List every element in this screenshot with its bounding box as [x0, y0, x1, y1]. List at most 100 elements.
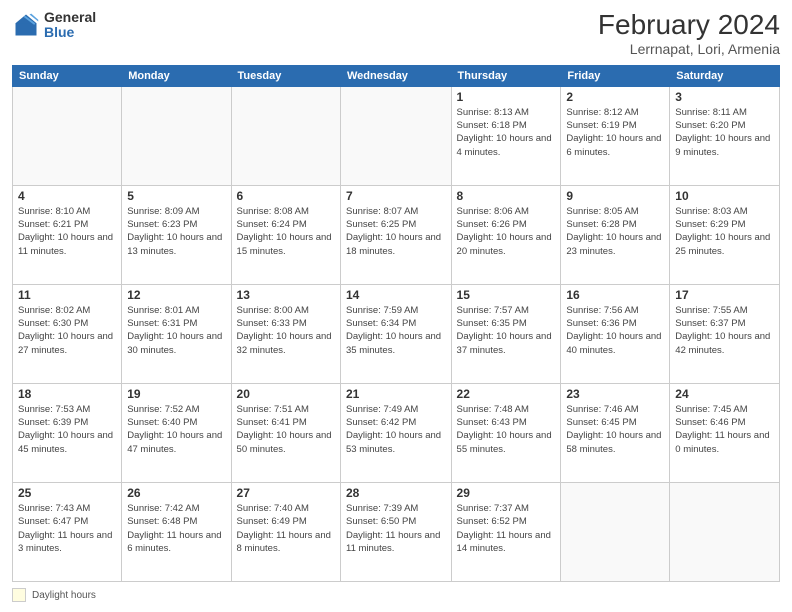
calendar-cell: 1 Sunrise: 8:13 AM Sunset: 6:18 PM Daylig…	[451, 86, 561, 185]
day-info: Sunrise: 8:12 AM Sunset: 6:19 PM Dayligh…	[566, 106, 664, 159]
day-number: 12	[127, 288, 225, 302]
footer-note: Daylight hours	[12, 588, 780, 602]
calendar-cell: 12 Sunrise: 8:01 AM Sunset: 6:31 PM Dayli…	[122, 284, 231, 383]
subtitle: Lerrnapat, Lori, Armenia	[598, 41, 780, 57]
calendar-cell	[13, 86, 122, 185]
calendar-cell: 27 Sunrise: 7:40 AM Sunset: 6:49 PM Dayli…	[231, 482, 340, 581]
calendar-header-tuesday: Tuesday	[231, 65, 340, 86]
calendar-cell: 6 Sunrise: 8:08 AM Sunset: 6:24 PM Daylig…	[231, 185, 340, 284]
day-number: 25	[18, 486, 116, 500]
day-number: 5	[127, 189, 225, 203]
calendar-week-4: 18Sunrise: 7:53 AM Sunset: 6:39 PM Dayli…	[13, 383, 780, 482]
day-info: Sunrise: 7:48 AM Sunset: 6:43 PM Dayligh…	[457, 403, 556, 456]
day-number: 21	[346, 387, 446, 401]
calendar-header-sunday: Sunday	[13, 65, 122, 86]
calendar-cell: 14 Sunrise: 7:59 AM Sunset: 6:34 PM Dayli…	[341, 284, 452, 383]
calendar-header-row: SundayMondayTuesdayWednesdayThursdayFrid…	[13, 65, 780, 86]
calendar-week-3: 11 Sunrise: 8:02 AM Sunset: 6:30 PM Dayli…	[13, 284, 780, 383]
logo-general: General	[44, 10, 96, 25]
calendar-cell: 16Sunrise: 7:56 AM Sunset: 6:36 PM Dayli…	[561, 284, 670, 383]
day-number: 17	[675, 288, 774, 302]
day-info: Sunrise: 7:49 AM Sunset: 6:42 PM Dayligh…	[346, 403, 446, 456]
day-number: 15	[457, 288, 556, 302]
day-number: 2	[566, 90, 664, 104]
day-info: Sunrise: 8:00 AM Sunset: 6:33 PM Dayligh…	[237, 304, 335, 357]
calendar-cell: 18Sunrise: 7:53 AM Sunset: 6:39 PM Dayli…	[13, 383, 122, 482]
header: General Blue February 2024 Lerrnapat, Lo…	[12, 10, 780, 57]
day-number: 10	[675, 189, 774, 203]
logo-icon	[12, 11, 40, 39]
day-info: Sunrise: 8:01 AM Sunset: 6:31 PM Dayligh…	[127, 304, 225, 357]
day-info: Sunrise: 8:06 AM Sunset: 6:26 PM Dayligh…	[457, 205, 556, 258]
day-number: 11	[18, 288, 116, 302]
day-info: Sunrise: 7:40 AM Sunset: 6:49 PM Dayligh…	[237, 502, 335, 555]
day-info: Sunrise: 7:39 AM Sunset: 6:50 PM Dayligh…	[346, 502, 446, 555]
calendar-cell: 17 Sunrise: 7:55 AM Sunset: 6:37 PM Dayli…	[670, 284, 780, 383]
day-info: Sunrise: 7:59 AM Sunset: 6:34 PM Dayligh…	[346, 304, 446, 357]
day-info: Sunrise: 8:02 AM Sunset: 6:30 PM Dayligh…	[18, 304, 116, 357]
calendar-cell	[341, 86, 452, 185]
day-info: Sunrise: 8:07 AM Sunset: 6:25 PM Dayligh…	[346, 205, 446, 258]
calendar-header-monday: Monday	[122, 65, 231, 86]
day-info: Sunrise: 8:13 AM Sunset: 6:18 PM Dayligh…	[457, 106, 556, 159]
calendar-cell: 26 Sunrise: 7:42 AM Sunset: 6:48 PM Dayli…	[122, 482, 231, 581]
day-info: Sunrise: 7:37 AM Sunset: 6:52 PM Dayligh…	[457, 502, 556, 555]
calendar-cell: 29 Sunrise: 7:37 AM Sunset: 6:52 PM Dayli…	[451, 482, 561, 581]
calendar-cell: 13 Sunrise: 8:00 AM Sunset: 6:33 PM Dayli…	[231, 284, 340, 383]
main-title: February 2024	[598, 10, 780, 41]
daylight-box	[12, 588, 26, 602]
logo-blue: Blue	[44, 25, 96, 40]
calendar-week-1: 1 Sunrise: 8:13 AM Sunset: 6:18 PM Daylig…	[13, 86, 780, 185]
day-number: 23	[566, 387, 664, 401]
page: General Blue February 2024 Lerrnapat, Lo…	[0, 0, 792, 612]
day-info: Sunrise: 7:56 AM Sunset: 6:36 PM Dayligh…	[566, 304, 664, 357]
day-info: Sunrise: 7:57 AM Sunset: 6:35 PM Dayligh…	[457, 304, 556, 357]
calendar-cell: 9 Sunrise: 8:05 AM Sunset: 6:28 PM Daylig…	[561, 185, 670, 284]
calendar-cell	[561, 482, 670, 581]
logo: General Blue	[12, 10, 96, 41]
calendar-cell	[231, 86, 340, 185]
calendar-cell: 22 Sunrise: 7:48 AM Sunset: 6:43 PM Dayli…	[451, 383, 561, 482]
day-info: Sunrise: 8:05 AM Sunset: 6:28 PM Dayligh…	[566, 205, 664, 258]
day-info: Sunrise: 7:55 AM Sunset: 6:37 PM Dayligh…	[675, 304, 774, 357]
day-number: 26	[127, 486, 225, 500]
calendar-cell: 23Sunrise: 7:46 AM Sunset: 6:45 PM Dayli…	[561, 383, 670, 482]
day-number: 1	[457, 90, 556, 104]
day-number: 9	[566, 189, 664, 203]
daylight-label: Daylight hours	[32, 590, 96, 601]
day-number: 6	[237, 189, 335, 203]
day-info: Sunrise: 7:53 AM Sunset: 6:39 PM Dayligh…	[18, 403, 116, 456]
day-info: Sunrise: 8:08 AM Sunset: 6:24 PM Dayligh…	[237, 205, 335, 258]
day-info: Sunrise: 7:43 AM Sunset: 6:47 PM Dayligh…	[18, 502, 116, 555]
calendar-cell	[670, 482, 780, 581]
day-info: Sunrise: 8:10 AM Sunset: 6:21 PM Dayligh…	[18, 205, 116, 258]
calendar-cell: 21 Sunrise: 7:49 AM Sunset: 6:42 PM Dayli…	[341, 383, 452, 482]
calendar-cell: 8 Sunrise: 8:06 AM Sunset: 6:26 PM Daylig…	[451, 185, 561, 284]
day-number: 8	[457, 189, 556, 203]
day-number: 4	[18, 189, 116, 203]
day-number: 24	[675, 387, 774, 401]
day-number: 29	[457, 486, 556, 500]
calendar-cell: 28Sunrise: 7:39 AM Sunset: 6:50 PM Dayli…	[341, 482, 452, 581]
calendar-cell: 20Sunrise: 7:51 AM Sunset: 6:41 PM Dayli…	[231, 383, 340, 482]
calendar-header-saturday: Saturday	[670, 65, 780, 86]
calendar-week-2: 4 Sunrise: 8:10 AM Sunset: 6:21 PM Daylig…	[13, 185, 780, 284]
day-number: 27	[237, 486, 335, 500]
calendar-cell: 2 Sunrise: 8:12 AM Sunset: 6:19 PM Daylig…	[561, 86, 670, 185]
day-info: Sunrise: 7:42 AM Sunset: 6:48 PM Dayligh…	[127, 502, 225, 555]
title-block: February 2024 Lerrnapat, Lori, Armenia	[598, 10, 780, 57]
day-number: 22	[457, 387, 556, 401]
calendar-cell: 4 Sunrise: 8:10 AM Sunset: 6:21 PM Daylig…	[13, 185, 122, 284]
calendar-table: SundayMondayTuesdayWednesdayThursdayFrid…	[12, 65, 780, 582]
calendar-cell: 25 Sunrise: 7:43 AM Sunset: 6:47 PM Dayli…	[13, 482, 122, 581]
day-number: 13	[237, 288, 335, 302]
day-number: 14	[346, 288, 446, 302]
calendar-header-thursday: Thursday	[451, 65, 561, 86]
day-info: Sunrise: 8:03 AM Sunset: 6:29 PM Dayligh…	[675, 205, 774, 258]
calendar-week-5: 25 Sunrise: 7:43 AM Sunset: 6:47 PM Dayli…	[13, 482, 780, 581]
logo-text: General Blue	[44, 10, 96, 41]
day-number: 7	[346, 189, 446, 203]
day-number: 20	[237, 387, 335, 401]
day-info: Sunrise: 8:09 AM Sunset: 6:23 PM Dayligh…	[127, 205, 225, 258]
calendar-cell: 10 Sunrise: 8:03 AM Sunset: 6:29 PM Dayli…	[670, 185, 780, 284]
